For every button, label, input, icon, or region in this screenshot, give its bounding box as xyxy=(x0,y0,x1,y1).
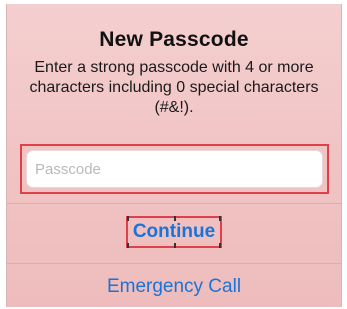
selection-handle xyxy=(173,216,176,221)
selection-handle xyxy=(219,243,222,248)
continue-button-label: Continue xyxy=(132,221,216,242)
selection-handle xyxy=(126,216,129,221)
passcode-dialog: New Passcode Enter a strong passcode wit… xyxy=(6,4,342,307)
selection-handle xyxy=(219,216,222,221)
passcode-input-highlight xyxy=(20,144,329,194)
continue-button-container: Continue xyxy=(7,216,341,248)
divider xyxy=(7,263,341,264)
dialog-message: Enter a strong passcode with 4 or more c… xyxy=(29,59,319,116)
selection-handle xyxy=(126,243,129,248)
dialog-title: New Passcode xyxy=(99,28,249,51)
divider xyxy=(7,203,341,204)
passcode-input[interactable] xyxy=(26,150,323,188)
continue-button[interactable]: Continue xyxy=(125,216,223,248)
selection-handle xyxy=(173,243,176,248)
emergency-call-button[interactable]: Emergency Call xyxy=(7,276,341,298)
